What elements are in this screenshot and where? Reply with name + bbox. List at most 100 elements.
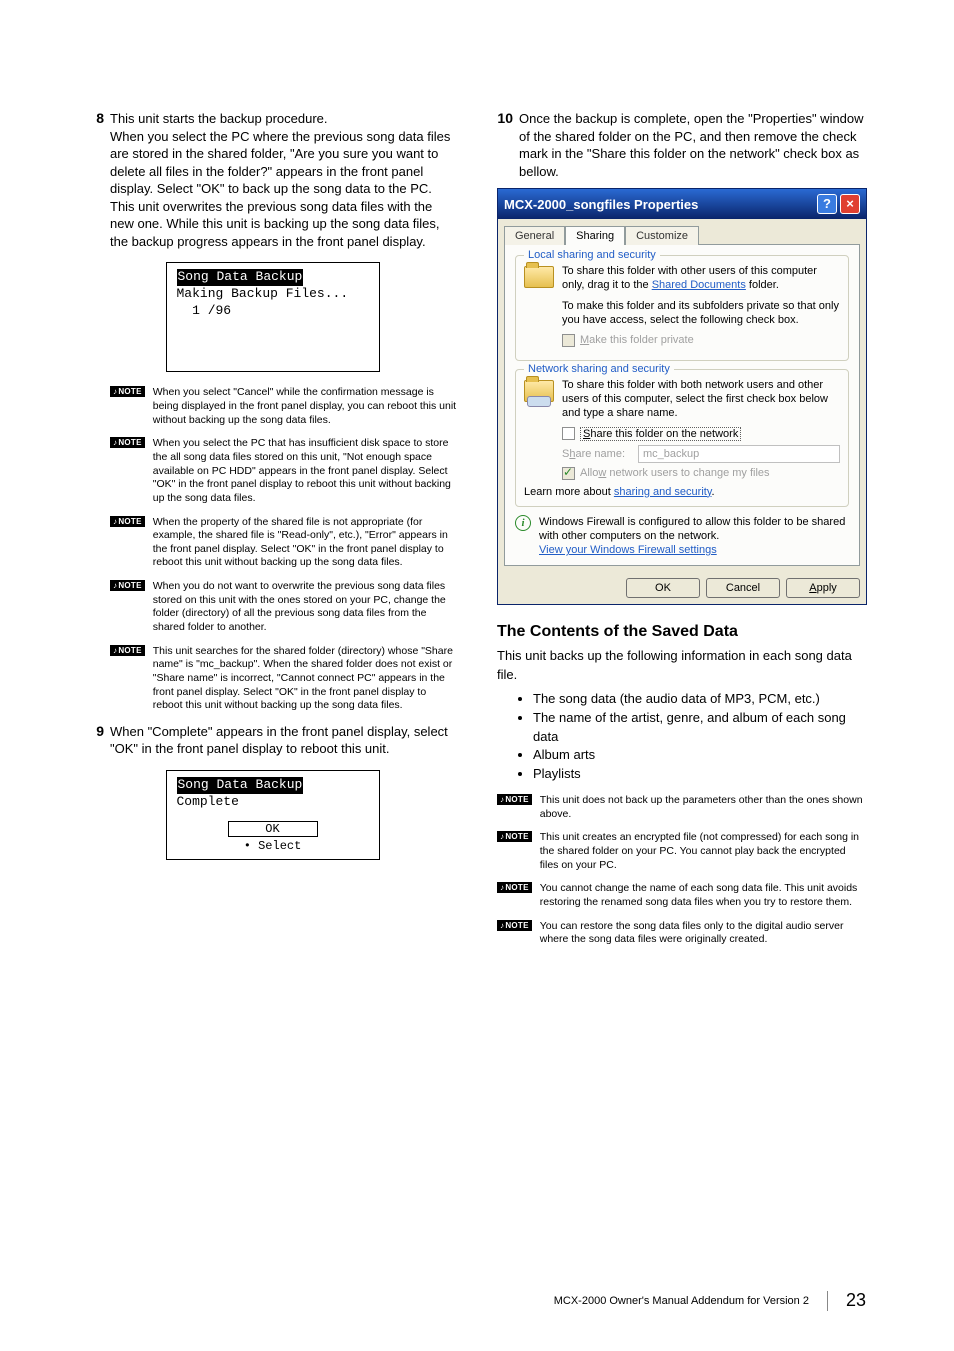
ok-button[interactable]: OK bbox=[626, 578, 700, 598]
shared-documents-link[interactable]: Shared Documents bbox=[652, 279, 746, 291]
step-8-lead: This unit starts the backup procedure. bbox=[110, 111, 328, 126]
note-row: NOTE This unit does not back up the para… bbox=[497, 794, 866, 821]
group-network-legend: Network sharing and security bbox=[524, 363, 674, 375]
note-row: NOTE This unit searches for the shared f… bbox=[110, 645, 457, 713]
footer-text: MCX-2000 Owner's Manual Addendum for Ver… bbox=[554, 1295, 809, 1307]
share-name-row: Share name: mc_backup bbox=[562, 445, 840, 463]
info-icon: i bbox=[515, 515, 531, 531]
local-row1: To share this folder with other users of… bbox=[524, 264, 840, 293]
group-network-sharing: Network sharing and security To share th… bbox=[515, 369, 849, 507]
lcd-content: Song Data Backup Complete bbox=[167, 771, 379, 817]
note-text: You can restore the song data files only… bbox=[540, 920, 866, 947]
tab-customize[interactable]: Customize bbox=[625, 226, 699, 245]
note-row: NOTE When you select the PC that has ins… bbox=[110, 437, 457, 505]
close-button[interactable]: × bbox=[840, 194, 860, 214]
step-8: 8 This unit starts the backup procedure.… bbox=[88, 110, 457, 250]
help-button[interactable]: ? bbox=[817, 194, 837, 214]
step-9: 9 When "Complete" appears in the front p… bbox=[88, 723, 457, 758]
lcd2-title: Song Data Backup bbox=[177, 777, 304, 794]
make-private-checkbox bbox=[562, 334, 575, 347]
step-8-notes: NOTE When you select "Cancel" while the … bbox=[110, 386, 457, 712]
contents-heading: The Contents of the Saved Data bbox=[497, 623, 866, 641]
page-content: 8 This unit starts the backup procedure.… bbox=[0, 0, 954, 957]
dialog-tabs: General Sharing Customize bbox=[498, 219, 866, 244]
lcd-display-complete: Song Data Backup Complete OK • Select bbox=[166, 770, 380, 860]
contents-notes: NOTE This unit does not back up the para… bbox=[497, 794, 866, 947]
note-text: This unit does not back up the parameter… bbox=[540, 794, 866, 821]
firewall-info: i Windows Firewall is configured to allo… bbox=[515, 515, 849, 558]
note-badge-icon: NOTE bbox=[497, 920, 532, 931]
learn-more-link[interactable]: sharing and security bbox=[614, 486, 712, 498]
make-private-label: Make this folder private bbox=[580, 333, 694, 347]
cancel-button[interactable]: Cancel bbox=[706, 578, 780, 598]
dialog-buttons: OK Cancel Apply bbox=[498, 572, 866, 604]
note-row: NOTE When you select "Cancel" while the … bbox=[110, 386, 457, 427]
shared-folder-icon bbox=[524, 380, 554, 402]
note-text: When you select "Cancel" while the confi… bbox=[153, 386, 457, 427]
share-network-checkbox-row[interactable]: Share this folder on the network bbox=[562, 427, 840, 441]
list-item: The song data (the audio data of MP3, PC… bbox=[533, 690, 866, 709]
folder-icon bbox=[524, 266, 554, 288]
lcd-ok-button: OK bbox=[228, 821, 318, 837]
apply-button[interactable]: Apply bbox=[786, 578, 860, 598]
note-text: This unit creates an encrypted file (not… bbox=[540, 831, 866, 872]
tab-general[interactable]: General bbox=[504, 226, 565, 245]
firewall-msg: Windows Firewall is configured to allow … bbox=[539, 515, 849, 544]
group-local-legend: Local sharing and security bbox=[524, 249, 660, 261]
right-column: 10 Once the backup is complete, open the… bbox=[497, 110, 866, 957]
note-row: NOTE You cannot change the name of each … bbox=[497, 882, 866, 909]
lcd-display-backup-progress: Song Data Backup Making Backup Files... … bbox=[166, 262, 380, 372]
step-9-body: When "Complete" appears in the front pan… bbox=[110, 723, 457, 758]
note-badge-icon: NOTE bbox=[497, 882, 532, 893]
contents-intro: This unit backs up the following informa… bbox=[497, 647, 866, 683]
local-msg1: To share this folder with other users of… bbox=[562, 264, 840, 293]
dialog-titlebar: MCX-2000_songfiles Properties ? × bbox=[498, 189, 866, 219]
note-badge-icon: NOTE bbox=[497, 794, 532, 805]
lcd1-title: Song Data Backup bbox=[177, 269, 304, 286]
share-network-label: Share this folder on the network bbox=[580, 427, 741, 441]
network-row1: To share this folder with both network u… bbox=[524, 378, 840, 421]
note-badge-icon: NOTE bbox=[110, 516, 145, 527]
share-name-input: mc_backup bbox=[638, 445, 840, 463]
group-local-sharing: Local sharing and security To share this… bbox=[515, 255, 849, 360]
note-badge-icon: NOTE bbox=[110, 437, 145, 448]
note-row: NOTE When you do not want to overwrite t… bbox=[110, 580, 457, 635]
footer-divider bbox=[827, 1291, 828, 1311]
lcd-content: Song Data Backup Making Backup Files... … bbox=[167, 263, 379, 359]
tab-sharing[interactable]: Sharing bbox=[565, 226, 625, 245]
step-10-body: Once the backup is complete, open the "P… bbox=[519, 110, 866, 180]
list-item: The name of the artist, genre, and album… bbox=[533, 709, 866, 747]
step-8-text: When you select the PC where the previou… bbox=[110, 129, 450, 249]
note-badge-icon: NOTE bbox=[110, 580, 145, 591]
note-text: This unit searches for the shared folder… bbox=[153, 645, 457, 713]
dialog-title: MCX-2000_songfiles Properties bbox=[504, 197, 814, 212]
note-row: NOTE When the property of the shared fil… bbox=[110, 516, 457, 571]
share-name-label: Share name: bbox=[562, 448, 632, 460]
properties-dialog: MCX-2000_songfiles Properties ? × Genera… bbox=[497, 188, 867, 605]
note-text: When you select the PC that has insuffic… bbox=[153, 437, 457, 505]
note-badge-icon: NOTE bbox=[497, 831, 532, 842]
page-number: 23 bbox=[846, 1290, 866, 1311]
contents-list: The song data (the audio data of MP3, PC… bbox=[497, 690, 866, 784]
lcd1-line1: Making Backup Files... bbox=[177, 286, 349, 301]
note-badge-icon: NOTE bbox=[110, 386, 145, 397]
allow-change-checkbox-row: Allow network users to change my files bbox=[562, 467, 840, 480]
list-item: Album arts bbox=[533, 746, 866, 765]
step-8-body: This unit starts the backup procedure. W… bbox=[110, 110, 457, 250]
learn-more-row: Learn more about sharing and security. bbox=[524, 486, 840, 498]
note-row: NOTE This unit creates an encrypted file… bbox=[497, 831, 866, 872]
step-9-number: 9 bbox=[88, 723, 110, 758]
lcd1-line2: 1 /96 bbox=[177, 303, 232, 318]
firewall-settings-link[interactable]: View your Windows Firewall settings bbox=[539, 544, 717, 556]
lcd2-line1: Complete bbox=[177, 794, 239, 809]
left-column: 8 This unit starts the backup procedure.… bbox=[88, 110, 457, 957]
note-text: When the property of the shared file is … bbox=[153, 516, 457, 571]
note-text: When you do not want to overwrite the pr… bbox=[153, 580, 457, 635]
local-msg2: To make this folder and its subfolders p… bbox=[562, 299, 840, 328]
make-private-checkbox-row: Make this folder private bbox=[562, 333, 840, 347]
network-msg1: To share this folder with both network u… bbox=[562, 378, 840, 421]
share-network-checkbox[interactable] bbox=[562, 427, 575, 440]
note-badge-icon: NOTE bbox=[110, 645, 145, 656]
dialog-panel: Local sharing and security To share this… bbox=[504, 244, 860, 566]
lcd-select-hint: • Select bbox=[167, 839, 379, 857]
